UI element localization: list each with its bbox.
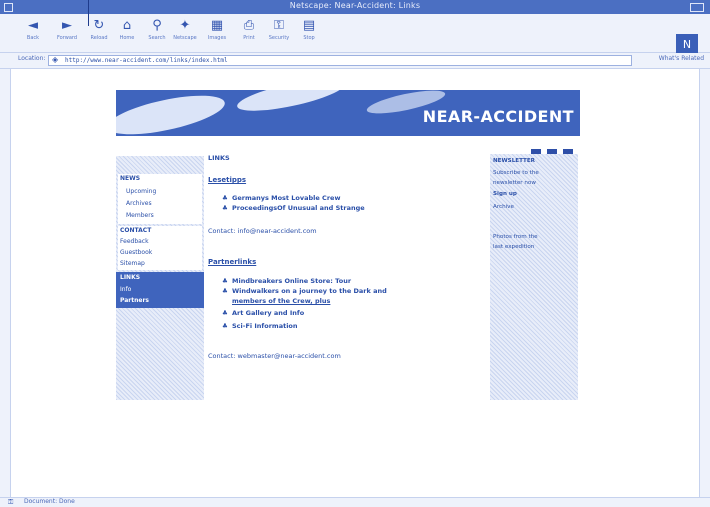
back-label: Back bbox=[26, 35, 40, 41]
nav-item-news[interactable]: NEWS bbox=[120, 175, 140, 182]
banner-swoosh-left bbox=[116, 90, 228, 136]
nav-item-links[interactable]: LINKS bbox=[120, 274, 140, 281]
vertical-scrollbar[interactable] bbox=[699, 69, 710, 497]
bullet-icon: ♣ bbox=[222, 287, 228, 295]
partner-link-1[interactable]: Mindbreakers Online Store: Tour bbox=[232, 277, 351, 285]
bullet-icon: ♣ bbox=[222, 309, 228, 317]
location-input[interactable]: http://www.near-accident.com/links/index… bbox=[48, 55, 632, 66]
netscape-button[interactable]: ✦ Netscape bbox=[172, 18, 198, 46]
security-button[interactable]: ⚿ Security bbox=[266, 18, 292, 46]
section-title-lesetipps: Lesetipps bbox=[208, 176, 247, 184]
link-item-2[interactable]: ProceedingsOf Unusual and Strange bbox=[232, 204, 365, 212]
back-button[interactable]: ◄ Back bbox=[20, 18, 46, 46]
contact-line-2[interactable]: Contact: webmaster@near-accident.com bbox=[208, 352, 341, 360]
bullet-icon: ♣ bbox=[222, 204, 228, 212]
link-item-1[interactable]: Germanys Most Lovable Crew bbox=[232, 194, 340, 202]
stop-label: Stop bbox=[303, 35, 315, 41]
netscape-label: Netscape bbox=[173, 35, 197, 41]
location-label: Location: bbox=[18, 55, 46, 62]
nav-item-archives[interactable]: Archives bbox=[126, 200, 152, 207]
images-label: Images bbox=[207, 35, 227, 41]
contact-line-1[interactable]: Contact: info@near-accident.com bbox=[208, 227, 317, 235]
navigation-toolbar: ◄ Back ► Forward ↻ Reload ⌂ Home ⚲ Search ✦ Ne… bbox=[0, 14, 710, 56]
print-button[interactable]: ⎙ Print bbox=[236, 18, 262, 46]
sidebar-link-archive[interactable]: Archive bbox=[493, 204, 514, 210]
nav-item-guestbook[interactable]: Guestbook bbox=[120, 249, 152, 256]
bullet-icon: ♣ bbox=[222, 194, 228, 202]
reload-icon: ↻ bbox=[93, 18, 105, 33]
nav-item-partners[interactable]: Partners bbox=[120, 297, 149, 304]
back-arrow-icon: ◄ bbox=[28, 18, 38, 33]
partner-link-2[interactable]: Windwalkers on a journey to the Dark and bbox=[232, 287, 387, 295]
location-bar: Location: http://www.near-accident.com/l… bbox=[0, 53, 710, 69]
forward-button[interactable]: ► Forward bbox=[54, 18, 80, 46]
search-label: Search bbox=[148, 35, 166, 41]
images-icon: ▦ bbox=[210, 18, 224, 33]
bullet-icon: ♣ bbox=[222, 277, 228, 285]
bullet-icon: ♣ bbox=[222, 322, 228, 330]
page-title: LINKS bbox=[208, 154, 230, 162]
forward-arrow-icon: ► bbox=[62, 18, 72, 33]
home-button[interactable]: ⌂ Home bbox=[114, 18, 140, 46]
site-logo: NEAR-ACCIDENT bbox=[422, 107, 574, 126]
home-icon: ⌂ bbox=[122, 18, 132, 33]
nav-item-sitemap[interactable]: Sitemap bbox=[120, 260, 145, 267]
nav-item-contact[interactable]: CONTACT bbox=[120, 227, 151, 234]
netscape-icon: ✦ bbox=[179, 18, 191, 33]
search-button[interactable]: ⚲ Search bbox=[144, 18, 170, 46]
security-label: Security bbox=[268, 35, 290, 41]
zoom-box[interactable] bbox=[690, 3, 704, 12]
home-label: Home bbox=[119, 35, 135, 41]
nav-item-feedback[interactable]: Feedback bbox=[120, 238, 149, 245]
status-text: Document: Done bbox=[24, 498, 75, 505]
sidebar-text-2: newsletter now bbox=[493, 180, 536, 186]
search-icon: ⚲ bbox=[152, 18, 162, 33]
sidebar-text-3: Photos from the bbox=[493, 234, 538, 240]
mouse-cursor-line bbox=[88, 0, 89, 26]
whats-related-button[interactable]: What's Related bbox=[659, 55, 704, 62]
left-navigation: NEWS Upcoming Archives Members CONTACT F… bbox=[116, 156, 204, 400]
stop-button[interactable]: ▤ Stop bbox=[296, 18, 322, 46]
sidebar-text-1: Subscribe to the bbox=[493, 170, 539, 176]
nav-item-members[interactable]: Members bbox=[126, 212, 154, 219]
reload-button[interactable]: ↻ Reload bbox=[86, 18, 112, 46]
right-sidebar: NEWSLETTER Subscribe to the newsletter n… bbox=[490, 154, 578, 400]
images-button[interactable]: ▦ Images bbox=[204, 18, 230, 46]
print-label: Print bbox=[243, 35, 255, 41]
stop-icon: ▤ bbox=[302, 18, 316, 33]
view-icons bbox=[531, 142, 579, 157]
partner-link-3[interactable]: Art Gallery and Info bbox=[232, 309, 304, 317]
netscape-logo-icon: N bbox=[682, 38, 692, 51]
site-banner: NEAR-ACCIDENT bbox=[116, 90, 580, 136]
banner-swoosh-middle bbox=[234, 90, 348, 118]
window-title-bar[interactable]: Netscape: Near-Accident: Links bbox=[0, 0, 710, 14]
security-icon: ⚿ bbox=[274, 18, 284, 33]
sidebar-text-4: last expedition bbox=[493, 244, 535, 250]
reload-label: Reload bbox=[90, 35, 108, 41]
partner-link-4[interactable]: Sci-Fi Information bbox=[232, 322, 298, 330]
print-icon: ⎙ bbox=[243, 18, 255, 33]
forward-label: Forward bbox=[56, 35, 78, 41]
nav-item-upcoming[interactable]: Upcoming bbox=[126, 188, 156, 195]
section-title-partnerlinks: Partnerlinks bbox=[208, 258, 257, 266]
page-proxy-icon[interactable]: ◈ bbox=[52, 55, 58, 64]
left-window-frame bbox=[0, 69, 11, 497]
sidebar-heading: NEWSLETTER bbox=[493, 158, 535, 164]
sidebar-link-signup[interactable]: Sign up bbox=[493, 191, 517, 197]
window-title: Netscape: Near-Accident: Links bbox=[289, 1, 421, 10]
partner-link-2-cont[interactable]: members of the Crew, plus bbox=[232, 297, 330, 305]
nav-item-info[interactable]: Info bbox=[120, 286, 131, 293]
